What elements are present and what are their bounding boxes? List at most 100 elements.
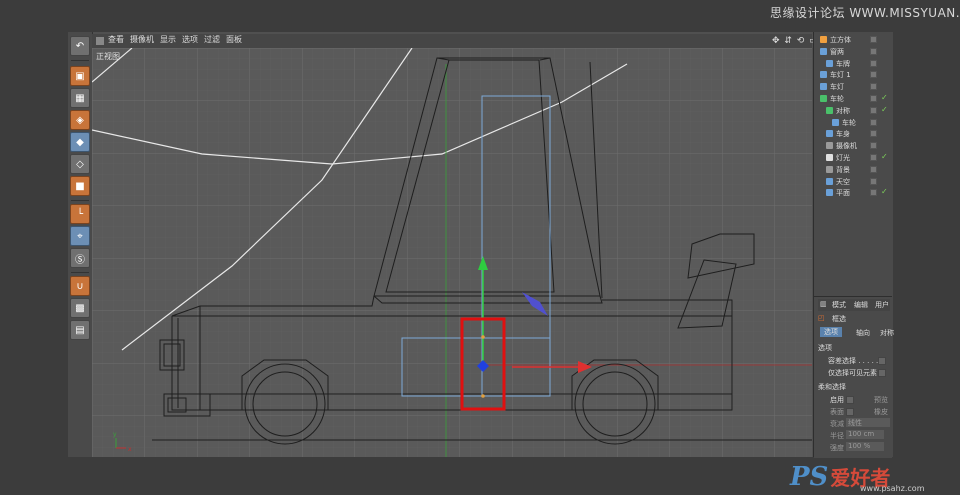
object-label: 平面 [836,189,850,198]
menu-display[interactable]: 显示 [160,35,176,44]
toolbar-separator [71,272,89,273]
tab-axis[interactable]: 轴向 [856,328,870,338]
magnet-icon[interactable]: ∪ [70,276,90,296]
attributes-menu-icon[interactable]: ▥ [820,300,827,308]
object-row[interactable]: 对称 ✓ [814,105,893,117]
menu-options[interactable]: 选项 [182,35,198,44]
visibility-toggle[interactable] [870,59,877,67]
point-handle[interactable] [481,335,485,339]
enabled-check-icon[interactable]: ✓ [881,152,888,161]
menu-camera[interactable]: 摄像机 [130,35,154,44]
visibility-toggle[interactable] [870,189,877,197]
point-handle[interactable] [481,394,485,398]
enable-label: 启用 [830,396,844,404]
object-label: 背景 [836,165,850,174]
object-label: 车牌 [836,59,850,68]
object-type-icon [826,106,833,114]
object-type-icon [826,165,833,173]
object-type-icon [820,95,827,102]
toolbar-separator [71,60,89,61]
object-label: 车灯 [830,83,844,92]
menu-user[interactable]: 用户 [875,300,889,310]
radius-label: 半径 [830,432,844,440]
axis-mode-icon[interactable]: └ [70,204,90,224]
viewport-scene: y x [92,48,812,457]
watermark-top-text: 思缘设计论坛 WWW.MISSYUAN.COM [770,6,960,20]
menu-mode[interactable]: 模式 [832,300,846,310]
visibility-toggle[interactable] [870,142,877,150]
tolerant-selection-checkbox[interactable] [878,357,886,365]
visibility-toggle[interactable] [870,130,877,138]
object-row[interactable]: 车身 [814,128,893,140]
viewport-menubar: 查看 摄像机 显示 选项 过滤 面板 [92,34,812,48]
attributes-panel: ▥ 模式 编辑 用户 ◰ 框选 选项 轴向 对称 选项 容差选择 . . . .… [814,296,894,458]
workplane-icon[interactable]: ◈ [70,110,90,130]
tweak-mode-icon[interactable]: ⌖ [70,226,90,246]
strength-field[interactable]: 100 % [846,442,884,451]
visibility-toggle[interactable] [870,177,877,185]
texture-mode-icon[interactable]: ▦ [70,88,90,108]
svg-text:y: y [113,431,117,438]
object-row[interactable]: 车牌 [814,58,893,70]
tab-options[interactable]: 选项 [820,327,842,337]
points-mode-icon[interactable]: ◆ [70,132,90,152]
visibility-toggle[interactable] [870,83,877,91]
preview-label: 预览 [874,396,888,404]
viewport-menu-handle[interactable] [96,37,104,45]
object-type-icon [820,47,827,55]
enabled-check-icon[interactable]: ✓ [881,187,888,196]
section-options: 选项 [818,344,832,352]
object-type-icon [820,36,827,43]
polygons-mode-icon[interactable]: ■ [70,176,90,196]
visibility-toggle[interactable] [870,71,877,79]
object-row[interactable]: 摄像机 [814,140,893,152]
visibility-toggle[interactable] [870,36,877,43]
visibility-toggle[interactable] [870,154,877,161]
object-row[interactable]: 车轮 ✓ [814,93,893,105]
visibility-toggle[interactable] [870,106,877,114]
edges-mode-icon[interactable]: ◇ [70,154,90,174]
object-row[interactable]: 灯光 ✓ [814,152,893,164]
radius-field[interactable]: 100 cm [846,430,884,439]
enable-checkbox[interactable] [846,396,854,404]
object-label: 对称 [836,106,850,115]
object-row[interactable]: 平面 ✓ [814,187,893,199]
enabled-check-icon[interactable]: ✓ [881,93,888,102]
viewport-canvas[interactable]: y x [92,48,812,457]
grid-icon[interactable]: ▤ [70,320,90,340]
object-type-icon [820,71,827,79]
object-row[interactable]: 车灯 [814,81,893,93]
object-type-icon [826,177,833,185]
left-toolbar: ↶ ▣ ▦ ◈ ◆ ◇ ■ └ ⌖ Ⓢ ∪ ▩ ▤ [68,32,93,457]
enabled-check-icon[interactable]: ✓ [881,105,888,114]
menu-edit[interactable]: 编辑 [854,300,868,310]
viewport-nav-icons[interactable]: ✥ ⇵ ⟲ ▭ [772,36,819,46]
falloff-select[interactable]: 线性 [846,418,890,427]
visible-only-checkbox[interactable] [878,369,886,377]
tab-symmetry[interactable]: 对称 [880,328,894,338]
menu-view[interactable]: 查看 [108,35,124,44]
object-row[interactable]: 天空 [814,176,893,188]
visibility-toggle[interactable] [870,165,877,173]
object-row[interactable]: 车灯 1 [814,69,893,81]
object-label: 窗两 [830,47,844,56]
visibility-toggle[interactable] [870,118,877,126]
surface-checkbox[interactable] [846,408,854,416]
object-label: 车灯 1 [830,71,851,80]
object-row[interactable]: 背景 [814,164,893,176]
snap-icon[interactable]: Ⓢ [70,248,90,268]
object-type-icon [826,154,833,161]
object-row[interactable]: 立方体 [814,34,893,46]
visibility-toggle[interactable] [870,47,877,55]
tool-name: 框选 [832,315,846,323]
menu-filter[interactable]: 过滤 [204,35,220,44]
undo-icon[interactable]: ↶ [70,36,90,56]
strength-label: 强度 [830,444,844,452]
tolerant-selection-label: 容差选择 . . . . . [828,357,879,365]
menu-panel[interactable]: 面板 [226,35,242,44]
model-mode-icon[interactable]: ▣ [70,66,90,86]
object-row[interactable]: 窗两 [814,46,893,58]
object-row[interactable]: 车轮 [814,117,893,129]
visibility-toggle[interactable] [870,95,877,102]
lock-workplane-icon[interactable]: ▩ [70,298,90,318]
